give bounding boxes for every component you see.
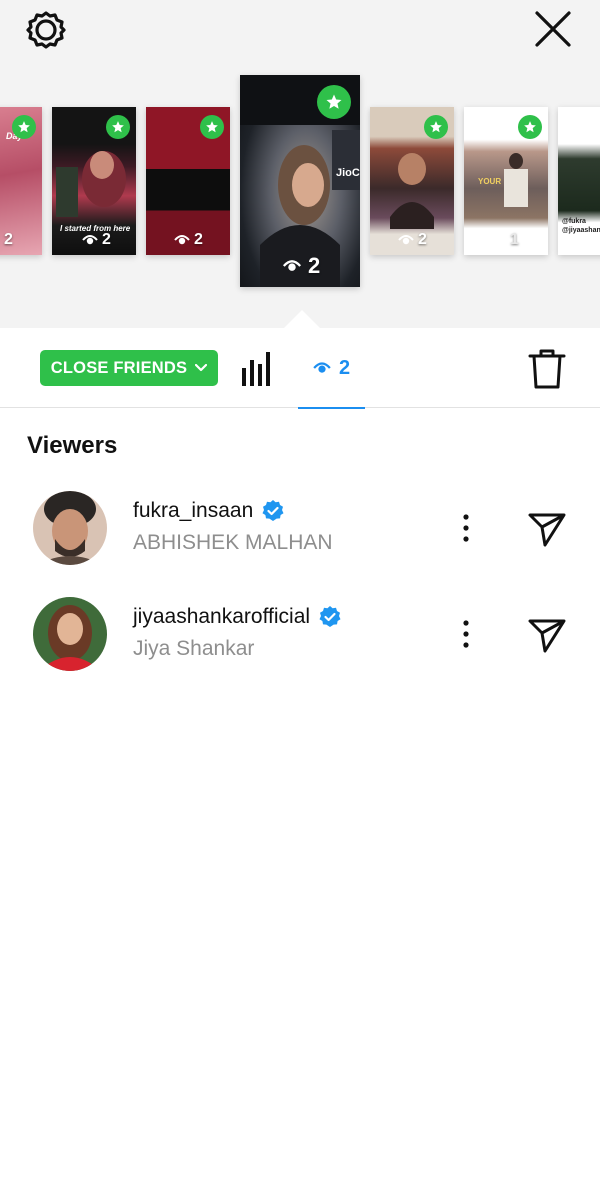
story-thumbnail[interactable]: YOUR 1 — [464, 107, 548, 255]
more-vertical-icon — [463, 620, 469, 648]
gear-icon — [26, 11, 66, 49]
close-friends-star-icon — [106, 115, 130, 139]
close-friends-star-icon — [424, 115, 448, 139]
more-options-button[interactable] — [452, 617, 480, 651]
story-caption: YOUR — [478, 177, 502, 186]
viewer-username[interactable]: fukra_insaan — [133, 499, 253, 523]
eye-icon — [282, 260, 302, 271]
viewer-row[interactable]: fukra_insaan ABHISHEK MALHAN — [0, 491, 600, 581]
story-view-count: 2 — [194, 231, 203, 248]
bar-chart-icon — [242, 352, 270, 386]
more-vertical-icon — [463, 514, 469, 542]
close-friends-star-icon — [518, 115, 542, 139]
story-thumbnail[interactable]: 2 — [146, 107, 230, 255]
viewer-full-name: ABHISHEK MALHAN — [133, 531, 333, 554]
close-friends-label: CLOSE FRIENDS — [50, 358, 188, 377]
avatar[interactable] — [33, 597, 107, 671]
delete-button[interactable] — [528, 348, 566, 390]
verified-badge-icon — [319, 606, 341, 627]
story-thumbnail[interactable]: I started from here 2 — [52, 107, 136, 255]
send-message-button[interactable] — [526, 507, 568, 549]
close-friends-star-icon — [12, 115, 36, 139]
viewers-count: 2 — [338, 356, 351, 379]
viewers-tab[interactable]: 2 — [298, 328, 365, 409]
selected-story-pointer — [284, 310, 320, 328]
story-view-count: 1 — [510, 231, 519, 248]
story-overlay-text: JioC — [336, 167, 360, 179]
story-thumbnail-selected[interactable]: JioC 2 — [240, 75, 360, 287]
story-view-count: 2 — [418, 231, 427, 248]
story-thumbnail[interactable]: 2 — [370, 107, 454, 255]
verified-badge-icon — [262, 500, 284, 521]
send-icon — [528, 513, 566, 547]
story-thumbnail[interactable]: Day 2 — [0, 107, 42, 255]
trash-icon — [528, 349, 566, 389]
active-tab-indicator — [298, 407, 365, 409]
send-message-button[interactable] — [526, 613, 568, 655]
story-thumbnail[interactable]: @fukra @jiyaashanka — [558, 107, 600, 255]
story-caption: @fukra @jiyaashanka — [562, 218, 600, 234]
settings-button[interactable] — [24, 8, 68, 52]
eye-icon — [174, 235, 190, 245]
viewers-heading: Viewers — [27, 432, 118, 459]
chevron-down-icon — [195, 364, 208, 372]
close-friends-star-icon — [200, 115, 224, 139]
story-header: Day 2 I started from here 2 2 JioC 2 2 Y… — [0, 0, 600, 328]
eye-icon — [82, 235, 98, 245]
send-icon — [528, 619, 566, 653]
viewer-username[interactable]: jiyaashankarofficial — [133, 605, 310, 629]
close-friends-button[interactable]: CLOSE FRIENDS — [40, 350, 218, 386]
eye-icon — [398, 235, 414, 245]
viewer-row[interactable]: jiyaashankarofficial Jiya Shankar — [0, 597, 600, 687]
story-view-count: 2 — [102, 231, 111, 248]
story-toolbar: CLOSE FRIENDS 2 — [0, 328, 600, 409]
close-icon — [535, 11, 571, 47]
story-view-count: 2 — [308, 253, 321, 278]
eye-icon — [313, 362, 331, 373]
story-view-count: 2 — [4, 231, 13, 248]
close-button[interactable] — [530, 6, 576, 52]
viewer-full-name: Jiya Shankar — [133, 637, 255, 660]
avatar[interactable] — [33, 491, 107, 565]
close-friends-star-icon — [317, 85, 351, 119]
insights-button[interactable] — [240, 348, 276, 388]
more-options-button[interactable] — [452, 511, 480, 545]
